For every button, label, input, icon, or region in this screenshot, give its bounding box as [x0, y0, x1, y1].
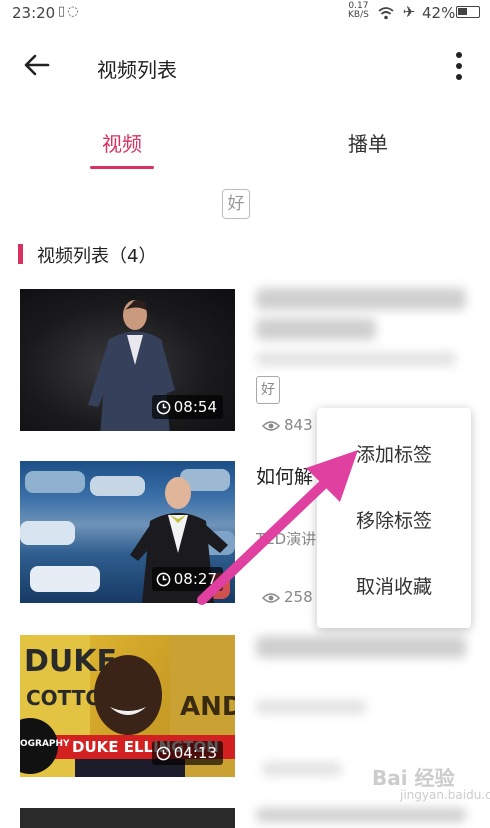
- video-thumbnail-2[interactable]: 08:27: [20, 461, 235, 603]
- svg-text:AND: AND: [180, 692, 235, 722]
- blurred-author-1: [256, 352, 456, 366]
- tab-playlists[interactable]: 播单: [348, 128, 388, 157]
- good-tag: 好: [256, 376, 280, 404]
- duration-badge: 08:27: [151, 567, 223, 591]
- duration-badge: 08:54: [151, 395, 223, 419]
- context-menu: 添加标签 移除标签 取消收藏: [317, 408, 471, 628]
- baidu-watermark: Bai 经验: [372, 766, 455, 790]
- net-speed: 0.17 KB/S: [348, 2, 369, 20]
- blurred-title-3: [256, 636, 466, 658]
- battery-percent: 42%: [422, 4, 456, 22]
- wifi-airplane-icons: ✈: [378, 3, 419, 21]
- tab-indicator: [90, 166, 154, 169]
- video-thumbnail-3[interactable]: DUKE COTTON AND OGRAPHY DUKE ELLINGTON 0…: [20, 635, 235, 777]
- arrow-left-icon: [24, 54, 50, 76]
- blurred-views-3: [262, 762, 342, 776]
- more-vert-icon: [456, 52, 462, 58]
- tab-videos[interactable]: 视频: [102, 128, 142, 157]
- net-speed-unit: KB/S: [348, 10, 369, 20]
- more-options-button[interactable]: [448, 50, 472, 82]
- section-title: 视频列表（4）: [37, 246, 157, 267]
- thumb-left-text: OGRAPHY: [20, 739, 70, 749]
- clock-icon: [156, 400, 171, 415]
- blurred-author-3: [256, 700, 366, 714]
- video-author: TED演讲: [256, 530, 317, 548]
- baidu-watermark-url: jingyan.baidu.com: [400, 788, 490, 802]
- menu-item-remove-tag[interactable]: 移除标签: [356, 506, 432, 533]
- duration-text: 08:27: [173, 570, 217, 588]
- views-text: 258: [284, 588, 313, 606]
- views-text: 843: [284, 416, 313, 434]
- clock-icon: [156, 572, 171, 587]
- views-count: 843: [262, 416, 313, 434]
- page-title: 视频列表: [97, 58, 177, 82]
- section-accent-bar: [18, 244, 23, 264]
- video-title[interactable]: 如何解: [256, 462, 313, 489]
- menu-item-unfavorite[interactable]: 取消收藏: [356, 572, 432, 599]
- status-time: 23:20: [12, 4, 56, 22]
- airplane-icon: ✈: [402, 3, 420, 21]
- status-bar: 23:20 ▯◌ 0.17 KB/S ✈ 42%: [0, 0, 490, 26]
- blurred-title-1b: [256, 318, 376, 340]
- battery-icon: [456, 6, 480, 18]
- eye-icon: [262, 592, 280, 603]
- blurred-title-4: [256, 808, 466, 822]
- duration-text: 08:54: [173, 398, 217, 416]
- good-badge: 好: [222, 189, 250, 219]
- tab-bar: 视频 播单: [0, 118, 490, 174]
- back-button[interactable]: [22, 50, 52, 80]
- clock-icon: [156, 746, 171, 761]
- duration-badge: 04:13: [151, 741, 223, 765]
- vibrate-qq-icons: ▯◌: [58, 4, 81, 19]
- video-thumbnail-4[interactable]: [20, 808, 235, 828]
- duration-text: 04:13: [173, 744, 217, 762]
- wifi-icon: [378, 6, 394, 19]
- blurred-title-1: [256, 288, 466, 310]
- menu-item-add-tag[interactable]: 添加标签: [356, 440, 432, 467]
- views-count: 258: [262, 588, 313, 606]
- eye-icon: [262, 420, 280, 431]
- app-bar: 视频列表: [0, 36, 490, 96]
- video-thumbnail-1[interactable]: 08:54: [20, 289, 235, 431]
